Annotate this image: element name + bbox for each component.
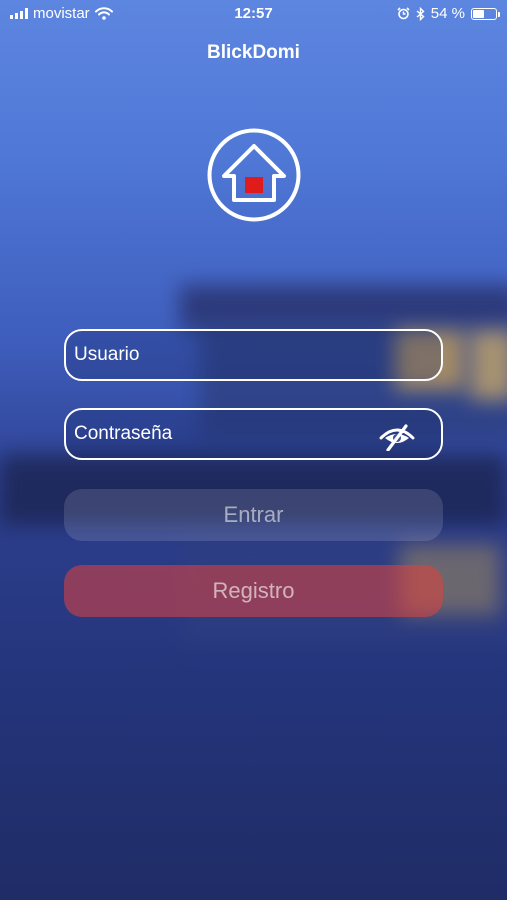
alarm-icon	[397, 7, 410, 20]
battery-percent: 54 %	[430, 5, 465, 22]
password-field[interactable]	[64, 408, 443, 460]
battery-level	[473, 9, 484, 18]
bluetooth-icon	[416, 6, 425, 21]
username-input[interactable]	[74, 331, 374, 379]
status-bar: movistar 12:57 54 %	[0, 0, 507, 28]
register-button[interactable]: Registro	[64, 565, 443, 617]
app-title: BlickDomi	[207, 42, 300, 63]
register-button-label: Registro	[212, 578, 295, 603]
logo-accent-square	[245, 177, 263, 193]
login-button[interactable]: Entrar	[64, 489, 443, 541]
eye-slash-icon[interactable]	[379, 423, 415, 451]
password-input[interactable]	[74, 410, 374, 458]
battery-icon	[471, 7, 500, 20]
login-button-label: Entrar	[223, 502, 284, 527]
username-field[interactable]	[64, 329, 443, 381]
house-icon	[207, 128, 301, 222]
